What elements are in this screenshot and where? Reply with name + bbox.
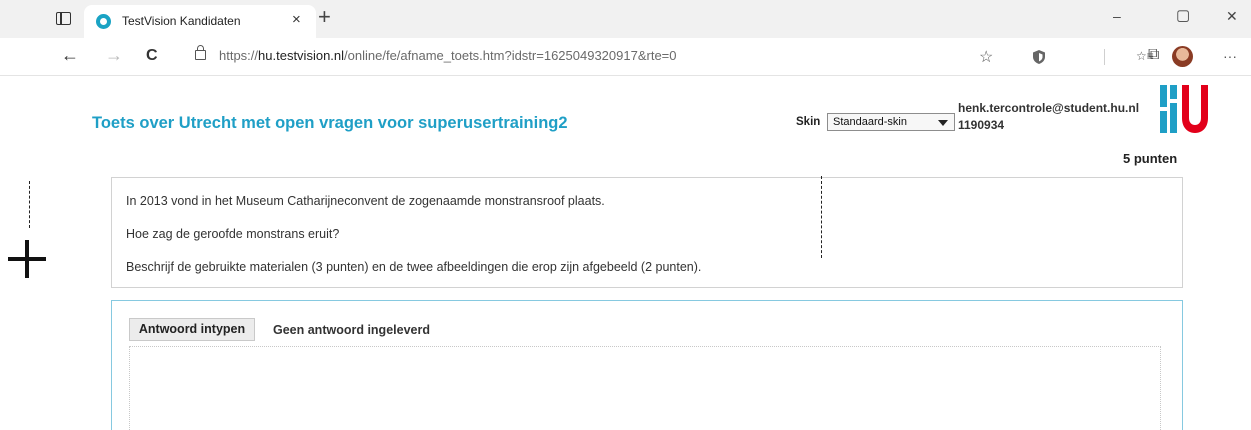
crosshair-cursor-icon: [8, 240, 46, 278]
url-path: /online/fe/afname_toets.htm?idstr=162504…: [344, 48, 677, 63]
test-title: Toets over Utrecht met open vragen voor …: [92, 114, 568, 132]
user-id: 1190934: [958, 118, 1005, 132]
profile-avatar[interactable]: [1172, 46, 1193, 67]
maximize-icon[interactable]: ▢: [1176, 6, 1190, 24]
question-box: In 2013 vond in het Museum Catharijnecon…: [111, 177, 1183, 288]
skin-select[interactable]: Standaard-skin: [827, 113, 955, 131]
tab-actions-icon[interactable]: [56, 12, 71, 25]
url-field[interactable]: https://hu.testvision.nl/online/fe/afnam…: [219, 48, 677, 63]
answer-status: Geen antwoord ingeleverd: [273, 323, 430, 337]
dashed-guide-line: [821, 176, 822, 258]
tab-close-icon[interactable]: ×: [292, 11, 301, 28]
dashed-guide-line: [29, 181, 30, 228]
user-email: henk.tercontrole@student.hu.nl: [958, 101, 1140, 115]
answer-box: Antwoord intypen Geen antwoord ingelever…: [111, 300, 1183, 430]
question-intro: In 2013 vond in het Museum Catharijnecon…: [126, 194, 605, 208]
tab-title: TestVision Kandidaten: [122, 14, 241, 28]
dropdown-caret-icon: [938, 120, 948, 126]
skin-selected-value: Standaard-skin: [833, 116, 907, 128]
answer-input-area[interactable]: [129, 346, 1161, 430]
back-arrow-icon[interactable]: ←: [61, 45, 79, 66]
browser-tab[interactable]: TestVision Kandidaten ×: [84, 5, 316, 38]
minimize-icon[interactable]: –: [1113, 8, 1121, 24]
type-answer-button[interactable]: Antwoord intypen: [129, 318, 255, 341]
lock-icon[interactable]: [195, 45, 206, 60]
url-scheme: https://: [219, 48, 259, 63]
testvision-favicon-icon: [96, 14, 111, 29]
add-favorite-star-icon[interactable]: ☆: [979, 47, 993, 67]
address-bar: ← → C https://hu.testvision.nl/online/fe…: [0, 38, 1251, 76]
question-text: Hoe zag de geroofde monstrans eruit?: [126, 227, 340, 241]
tab-bar: TestVision Kandidaten × + – ▢ ✕: [0, 0, 1251, 38]
question-points: 5 punten: [1123, 151, 1178, 166]
collections-icon[interactable]: ⧉: [1148, 46, 1159, 64]
forward-arrow-icon[interactable]: →: [105, 45, 123, 66]
toolbar-separator: [1104, 49, 1105, 65]
shield-icon[interactable]: [1032, 49, 1046, 65]
skin-label: Skin: [796, 116, 821, 128]
hu-logo: [1160, 85, 1208, 133]
url-host: hu.testvision.nl: [258, 48, 345, 63]
question-instruction: Beschrijf de gebruikte materialen (3 pun…: [126, 260, 702, 274]
new-tab-button[interactable]: +: [318, 5, 331, 29]
more-menu-icon[interactable]: ···: [1223, 48, 1237, 64]
reload-icon[interactable]: C: [146, 47, 158, 65]
close-window-icon[interactable]: ✕: [1226, 8, 1238, 25]
